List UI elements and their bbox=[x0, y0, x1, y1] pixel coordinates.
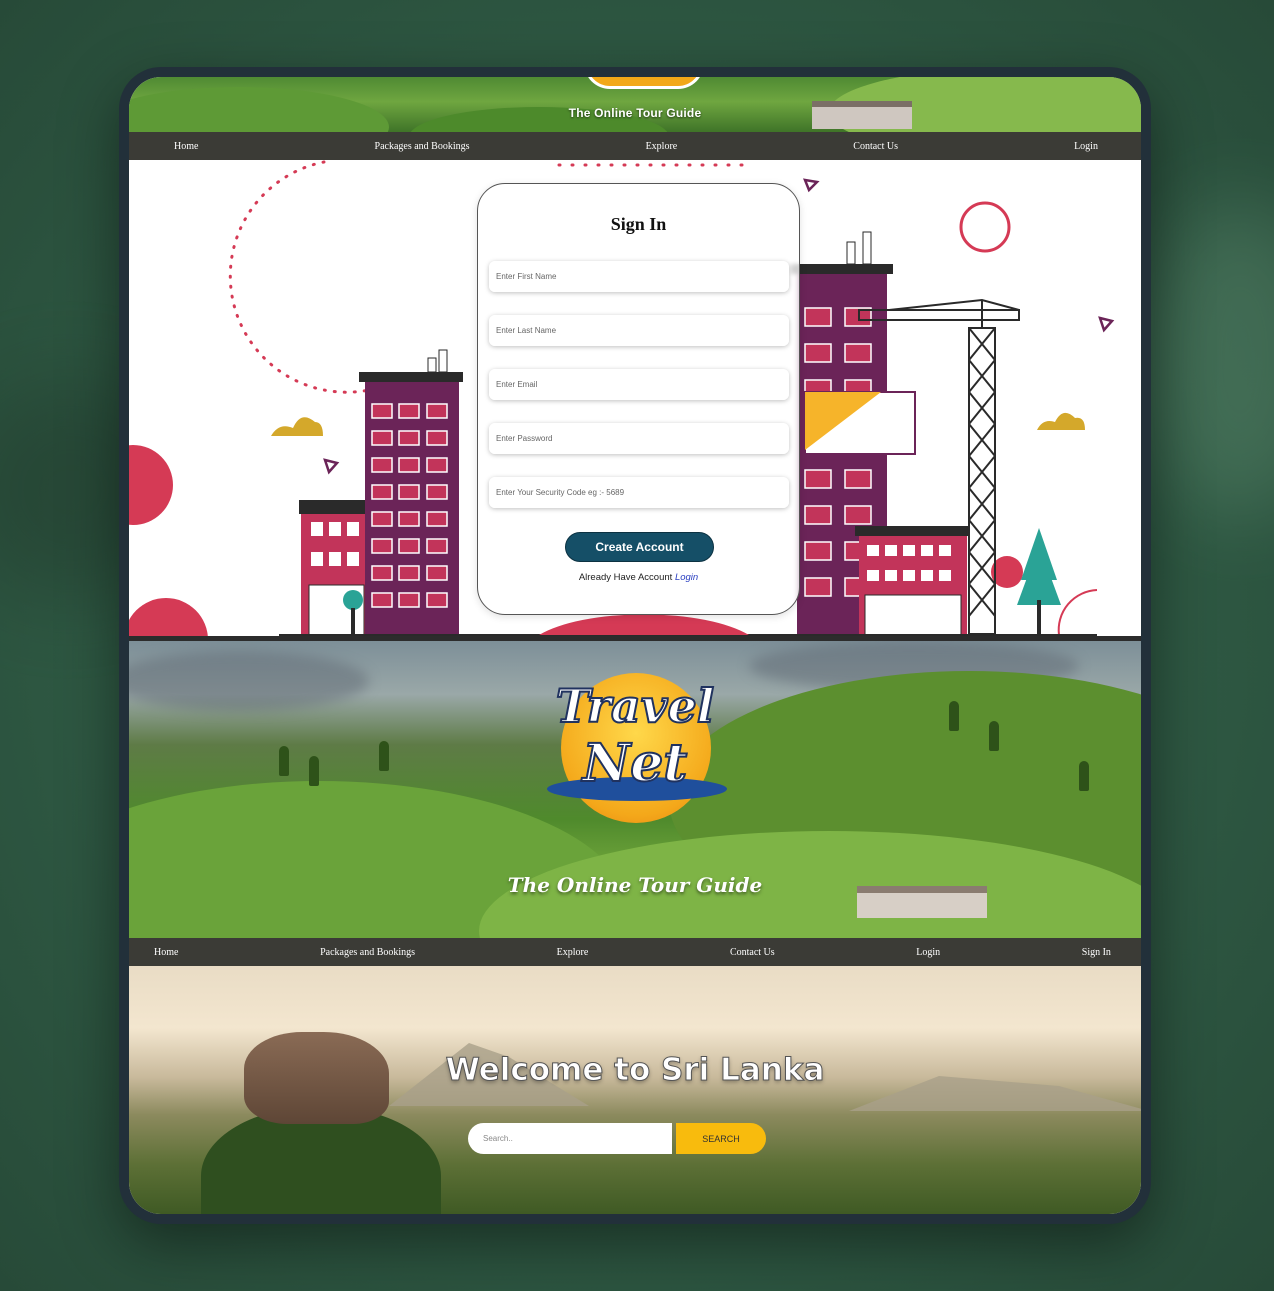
nav-contact-link[interactable]: Contact Us bbox=[730, 947, 775, 958]
signin-section: Sign In Create Account Already Have Acco… bbox=[129, 160, 1141, 641]
tree-shape bbox=[949, 701, 959, 731]
top-navigation: Home Packages and Bookings Explore Conta… bbox=[129, 132, 1141, 160]
building-roof bbox=[855, 526, 969, 536]
search-input[interactable] bbox=[468, 1123, 672, 1154]
building-window bbox=[347, 552, 359, 566]
top-banner: The Online Tour Guide bbox=[129, 77, 1141, 132]
already-account-label: Already Have Account bbox=[578, 572, 673, 583]
signin-title: Sign In bbox=[610, 214, 667, 234]
decor-triangle bbox=[1098, 316, 1115, 333]
nav-home-link[interactable]: Home bbox=[174, 141, 198, 152]
signin-card: Sign In Create Account Already Have Acco… bbox=[477, 183, 800, 615]
main-navigation: Home Packages and Bookings Explore Conta… bbox=[129, 938, 1141, 966]
building-window bbox=[329, 522, 341, 536]
nav-contact-link[interactable]: Contact Us bbox=[853, 141, 898, 152]
building-roof bbox=[791, 264, 893, 274]
nav-packages-link[interactable]: Packages and Bookings bbox=[375, 141, 470, 152]
nav-home-link[interactable]: Home bbox=[154, 947, 178, 958]
logo-word-net: Net bbox=[582, 732, 689, 795]
device-frame: The Online Tour Guide Home Packages and … bbox=[119, 67, 1151, 1224]
building-chimney bbox=[438, 349, 448, 373]
nav-explore-link[interactable]: Explore bbox=[557, 947, 589, 958]
screen: The Online Tour Guide Home Packages and … bbox=[129, 77, 1141, 1214]
logo-fragment bbox=[584, 77, 704, 89]
last-name-input[interactable] bbox=[489, 315, 789, 346]
password-input[interactable] bbox=[489, 423, 789, 454]
building-roof bbox=[299, 500, 373, 514]
decor-triangle bbox=[323, 458, 340, 475]
login-link[interactable]: Login bbox=[675, 572, 698, 583]
site-tagline: The Online Tour Guide bbox=[568, 106, 702, 120]
background-blur bbox=[1150, 200, 1274, 520]
decor-triangle bbox=[803, 178, 820, 193]
create-account-button[interactable]: Create Account bbox=[565, 532, 714, 562]
decor-circle bbox=[129, 598, 208, 641]
tree-shape bbox=[279, 746, 289, 776]
nav-login-link[interactable]: Login bbox=[916, 947, 940, 958]
dotted-arc bbox=[228, 160, 371, 394]
first-name-input[interactable] bbox=[489, 261, 789, 292]
already-account-text: Already Have Account Login bbox=[478, 572, 799, 583]
decor-cloud bbox=[271, 417, 323, 436]
building-chimney bbox=[862, 231, 872, 265]
tree-shape bbox=[343, 590, 363, 610]
tree-shape bbox=[309, 756, 319, 786]
decor-cloud bbox=[1037, 412, 1085, 430]
nav-packages-link[interactable]: Packages and Bookings bbox=[320, 947, 415, 958]
building-window bbox=[347, 522, 359, 536]
decor-circle bbox=[129, 445, 173, 525]
logo-word-travel: Travel bbox=[555, 678, 715, 734]
building-roof bbox=[359, 372, 463, 382]
decor-dome bbox=[539, 614, 749, 635]
building-chimney bbox=[846, 241, 856, 265]
nav-signin-link[interactable]: Sign In bbox=[1082, 947, 1111, 958]
building-window bbox=[311, 552, 323, 566]
welcome-section: Welcome to Sri Lanka SEARCH bbox=[129, 966, 1141, 1214]
nav-explore-link[interactable]: Explore bbox=[646, 141, 678, 152]
hero-tagline: The Online Tour Guide bbox=[507, 873, 763, 897]
cloud-shape bbox=[129, 651, 369, 711]
building-window bbox=[311, 522, 323, 536]
building-window bbox=[329, 552, 341, 566]
nav-login-link[interactable]: Login bbox=[1074, 141, 1098, 152]
tree-shape bbox=[989, 721, 999, 751]
tree-shape bbox=[379, 741, 389, 771]
search-button[interactable]: SEARCH bbox=[676, 1123, 766, 1154]
tree-trunk bbox=[1037, 600, 1041, 635]
building-chimney bbox=[427, 357, 437, 373]
email-input[interactable] bbox=[489, 369, 789, 400]
hero-banner: Travel Net The Online Tour Guide bbox=[129, 641, 1141, 938]
building-door bbox=[864, 594, 962, 636]
security-code-input[interactable] bbox=[489, 477, 789, 508]
tree-shape bbox=[1079, 761, 1089, 791]
welcome-title: Welcome to Sri Lanka bbox=[445, 1052, 825, 1089]
decor-ring bbox=[959, 201, 1011, 253]
decor-dome bbox=[1057, 589, 1098, 636]
tree-trunk bbox=[351, 608, 355, 634]
travel-net-logo: Travel Net bbox=[525, 665, 745, 829]
